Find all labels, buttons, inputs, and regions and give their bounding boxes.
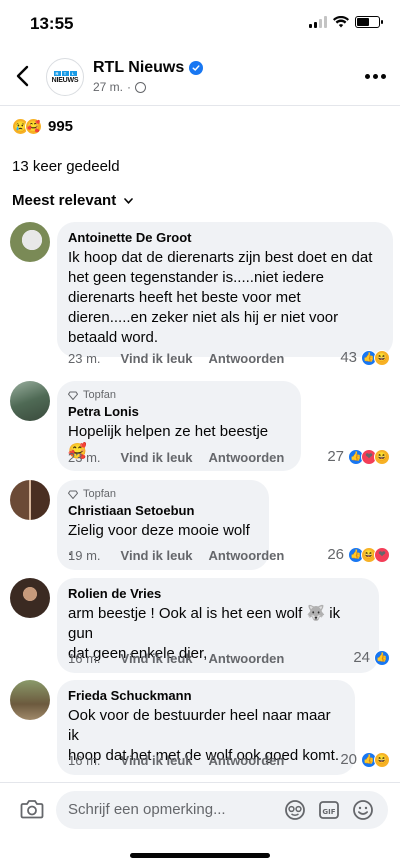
avatar[interactable]	[10, 480, 50, 520]
battery-icon	[355, 16, 383, 28]
emoji-icon[interactable]	[352, 799, 374, 821]
comment-reactions[interactable]: 20 👍 😆	[340, 751, 390, 768]
back-arrow-icon[interactable]	[12, 64, 34, 88]
reply-button[interactable]: Antwoorden	[209, 753, 285, 768]
home-indicator	[130, 853, 270, 858]
heart-reaction-icon: ❤	[374, 546, 390, 563]
status-bar: 13:55	[0, 0, 400, 48]
reaction-count: 24	[353, 649, 370, 666]
reactions-summary[interactable]: 😢 🥰 995	[12, 118, 73, 135]
avatar-sticker-icon[interactable]	[284, 799, 306, 821]
page-logo[interactable]: RTL NIEUWS	[46, 58, 84, 96]
comment-reactions[interactable]: 27 👍 ❤ 😆	[327, 448, 390, 465]
like-button[interactable]: Vind ik leuk	[121, 651, 193, 666]
signal-icon	[309, 16, 327, 28]
comment-actions: 19 m. Vind ik leuk Antwoorden	[68, 548, 300, 563]
reply-button[interactable]: Antwoorden	[209, 450, 285, 465]
comment-input-placeholder: Schrijf een opmerking...	[68, 801, 226, 818]
topfan-badge: Topfan	[68, 488, 257, 500]
comment-composer: Schrijf een opmerking... GIF	[0, 782, 400, 866]
reaction-total: 995	[48, 118, 74, 135]
comment-reactions[interactable]: 43 👍 😆	[340, 349, 390, 366]
reaction-count: 27	[327, 448, 344, 465]
globe-icon	[135, 81, 147, 93]
reply-button[interactable]: Antwoorden	[209, 548, 285, 563]
status-icons	[309, 16, 383, 28]
more-options-icon[interactable]	[365, 74, 386, 79]
like-button[interactable]: Vind ik leuk	[121, 351, 193, 366]
sort-label: Meest relevant	[12, 192, 117, 209]
comment-author[interactable]: Rolien de Vries	[68, 586, 367, 601]
comment-actions: 23 m. Vind ik leuk Antwoorden	[68, 450, 300, 465]
comment-author[interactable]: Antoinette De Groot	[68, 230, 381, 245]
comment-author[interactable]: Petra Lonis	[68, 404, 289, 419]
status-time: 13:55	[30, 14, 74, 33]
haha-reaction-icon: 😆	[374, 349, 390, 366]
comment-time: 19 m.	[68, 548, 101, 563]
like-button[interactable]: Vind ik leuk	[121, 753, 193, 768]
wifi-icon	[333, 16, 349, 28]
sort-dropdown[interactable]: Meest relevant	[12, 192, 134, 209]
gif-icon[interactable]: GIF	[318, 799, 340, 821]
comment-text: Ik hoop dat de dierenarts zijn best doet…	[68, 249, 373, 346]
comment-reactions[interactable]: 26 👍 😆 ❤	[327, 546, 390, 563]
like-button[interactable]: Vind ik leuk	[121, 548, 193, 563]
comment-time: 23 m.	[68, 450, 101, 465]
haha-reaction-icon: 😆	[374, 448, 390, 465]
comment-input[interactable]: Schrijf een opmerking... GIF	[56, 791, 388, 829]
reaction-count: 43	[340, 349, 357, 366]
avatar[interactable]	[10, 578, 50, 618]
topfan-badge: Topfan	[68, 389, 289, 401]
comment-author[interactable]: Frieda Schuckmann	[68, 688, 343, 703]
logo-text: NIEUWS	[51, 76, 79, 84]
share-count[interactable]: 13 keer gedeeld	[12, 158, 120, 175]
haha-reaction-icon: 😆	[374, 751, 390, 768]
comment-reactions[interactable]: 24 👍	[353, 649, 390, 666]
page-name-label: RTL Nieuws	[93, 59, 185, 76]
care-reaction-icon: 🥰	[25, 118, 42, 135]
comment-author[interactable]: Christiaan Setoebun	[68, 503, 257, 518]
comment-actions: 23 m. Vind ik leuk Antwoorden	[68, 351, 300, 366]
comment-time: 23 m.	[68, 351, 101, 366]
post-header: RTL NIEUWS RTL Nieuws 27 m. ·	[0, 48, 400, 106]
svg-text:GIF: GIF	[322, 808, 335, 816]
post-time: 27 m.	[93, 80, 124, 94]
comment-bubble[interactable]: Antoinette De Groot Ik hoop dat de diere…	[57, 222, 393, 357]
reaction-count: 26	[327, 546, 344, 563]
diamond-icon	[68, 391, 78, 400]
like-button[interactable]: Vind ik leuk	[121, 450, 193, 465]
like-reaction-icon: 👍	[374, 649, 390, 666]
comment-actions: 16 m. Vind ik leuk Antwoorden	[68, 753, 300, 768]
page-name[interactable]: RTL Nieuws	[93, 59, 204, 77]
chevron-down-icon	[124, 197, 134, 204]
post-meta: 27 m. ·	[93, 80, 147, 94]
camera-icon[interactable]	[20, 799, 44, 819]
avatar[interactable]	[10, 381, 50, 421]
avatar[interactable]	[10, 680, 50, 720]
comment-time: 16 m.	[68, 753, 101, 768]
avatar[interactable]	[10, 222, 50, 262]
diamond-icon	[68, 490, 78, 499]
comment-actions: 16 m. Vind ik leuk Antwoorden	[68, 651, 300, 666]
reaction-count: 20	[340, 751, 357, 768]
verified-badge-icon	[189, 61, 204, 75]
reply-button[interactable]: Antwoorden	[209, 651, 285, 666]
comment-time: 16 m.	[68, 651, 101, 666]
reply-button[interactable]: Antwoorden	[209, 351, 285, 366]
